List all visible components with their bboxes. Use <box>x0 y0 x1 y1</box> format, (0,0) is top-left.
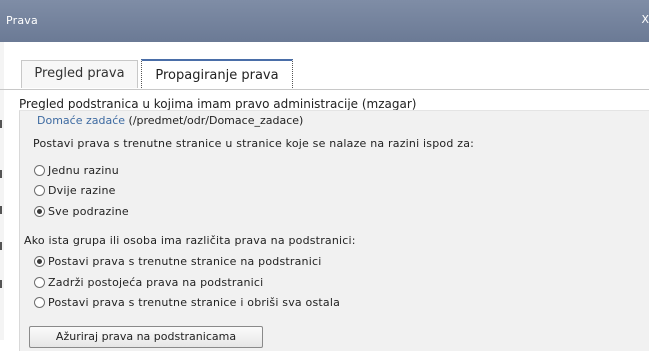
radio-label: Zadrži postojeća prava na podstranici <box>48 275 264 289</box>
update-subpages-button[interactable]: Ažuriraj prava na podstranicama <box>29 326 263 348</box>
radio-selected-icon[interactable] <box>34 255 45 267</box>
radio-replace-all-rights[interactable]: Postavi prava s trenutne stranice i obri… <box>34 295 340 309</box>
page-link[interactable]: Domaće zadaće <box>37 114 125 127</box>
page-path: Domaće zadaće (/predmet/odr/Domace_zadac… <box>37 114 303 127</box>
radio-circle-icon[interactable] <box>34 296 45 308</box>
conflict-question: Ako ista grupa ili osoba ima različita p… <box>24 234 356 247</box>
close-icon[interactable]: X <box>641 13 649 26</box>
page-path-text: (/predmet/odr/Domace_zadace) <box>128 114 304 127</box>
radio-label: Postavi prava s trenutne stranice na pod… <box>48 254 322 268</box>
window-title: Prava <box>6 14 38 27</box>
radio-label: Sve podrazine <box>48 204 129 218</box>
propagation-instruction: Postavi prava s trenutne stranice u stra… <box>33 137 475 150</box>
section-heading: Pregled podstranica u kojima imam pravo … <box>19 97 417 111</box>
tab-propagiranje-prava[interactable]: Propagiranje prava <box>141 59 293 90</box>
radio-circle-icon[interactable] <box>34 164 45 176</box>
radio-circle-icon[interactable] <box>34 276 45 288</box>
radio-label: Jednu razinu <box>48 163 119 177</box>
tab-bar: Pregled prava Propagiranje prava <box>0 42 649 92</box>
window-titlebar: Prava X <box>0 0 649 42</box>
radio-one-level[interactable]: Jednu razinu <box>34 163 119 177</box>
radio-selected-icon[interactable] <box>34 205 45 217</box>
radio-two-levels[interactable]: Dvije razine <box>34 183 116 197</box>
propagation-panel: Domaće zadaće (/predmet/odr/Domace_zadac… <box>19 110 649 351</box>
tab-pregled-prava[interactable]: Pregled prava <box>21 60 138 88</box>
radio-label: Postavi prava s trenutne stranice i obri… <box>48 295 341 309</box>
radio-all-sublevels[interactable]: Sve podrazine <box>34 204 129 218</box>
radio-set-current-rights[interactable]: Postavi prava s trenutne stranice na pod… <box>34 254 321 268</box>
radio-label: Dvije razine <box>48 183 116 197</box>
radio-keep-existing-rights[interactable]: Zadrži postojeća prava na podstranici <box>34 275 263 289</box>
radio-circle-icon[interactable] <box>34 184 45 196</box>
tab-divider <box>0 89 649 90</box>
